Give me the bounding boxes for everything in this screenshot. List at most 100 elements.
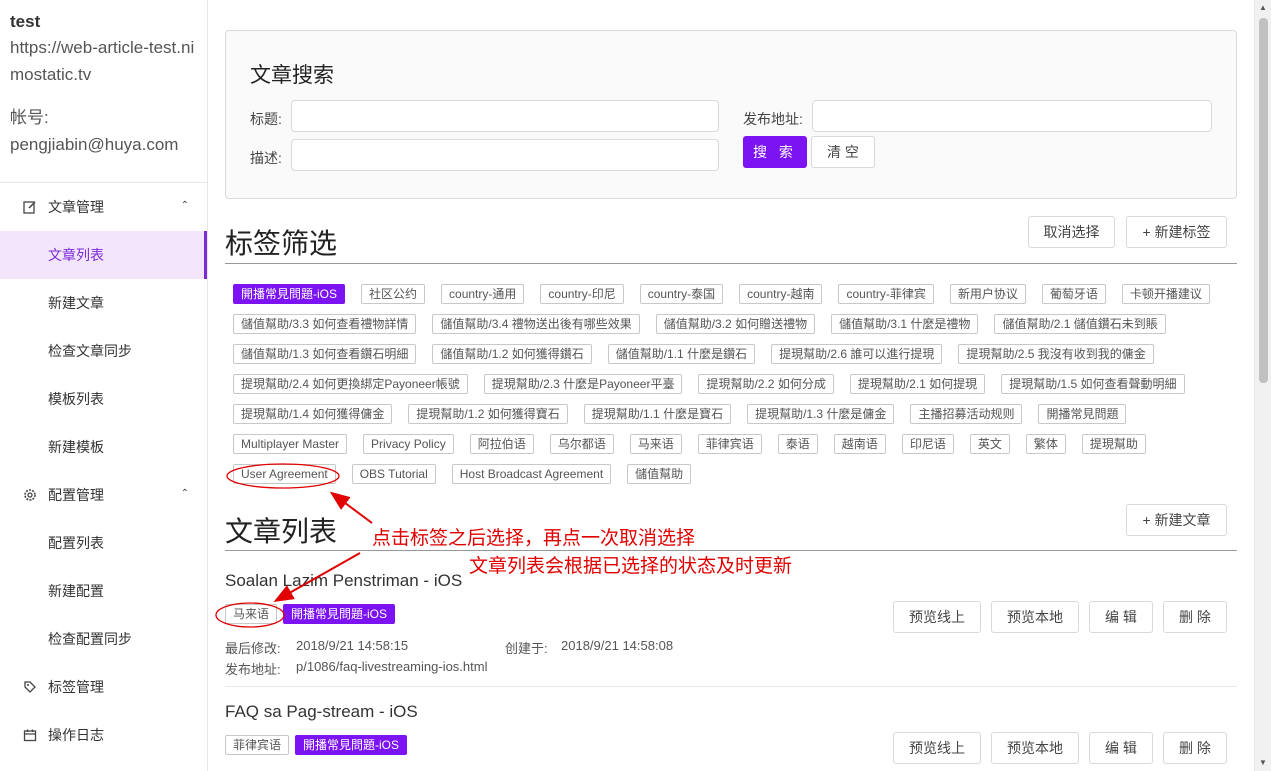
preview-online-button[interactable]: 预览线上 bbox=[893, 732, 981, 764]
tag-chip[interactable]: 提現幫助/1.1 什麼是寶石 bbox=[583, 404, 732, 424]
created-time: 2018/9/21 14:58:08 bbox=[561, 638, 674, 653]
desc-input[interactable] bbox=[291, 139, 719, 171]
tag-chip[interactable]: 開播常見問題-iOS bbox=[233, 284, 346, 304]
tag-chip[interactable]: 提現幫助/2.4 如何更換綁定Payoneer帳號 bbox=[233, 374, 468, 394]
menu-item-article-list[interactable]: 文章列表 bbox=[0, 231, 207, 279]
gear-icon bbox=[22, 487, 38, 503]
tag-chip[interactable]: 提現幫助/2.5 我沒有收到我的傭金 bbox=[958, 344, 1154, 364]
tag-chip[interactable]: 提現幫助/1.2 如何獲得寶石 bbox=[408, 404, 568, 424]
tag-chip[interactable]: 儲值幫助/3.2 如何贈送禮物 bbox=[655, 314, 816, 334]
tag-row: User Agreement OBS Tutorial Host Broadcast… bbox=[233, 463, 1233, 485]
tag-filter-divider bbox=[225, 263, 1237, 264]
tag-chip[interactable]: Multiplayer Master bbox=[233, 434, 348, 454]
menu-logs-label: 操作日志 bbox=[48, 727, 104, 743]
tag-chip[interactable]: 儲值幫助/3.3 如何查看禮物詳情 bbox=[233, 314, 417, 334]
tag-chip[interactable]: 儲值幫助/3.1 什麼是禮物 bbox=[831, 314, 979, 334]
tag-chip[interactable]: 提現幫助/1.5 如何查看聲動明細 bbox=[1001, 374, 1185, 394]
address-input[interactable] bbox=[812, 100, 1212, 132]
menu-tag-management[interactable]: 标签管理 bbox=[0, 663, 207, 711]
tag-chip[interactable]: 马来语 bbox=[629, 434, 682, 454]
scroll-down-icon[interactable]: ▼ bbox=[1259, 758, 1267, 767]
tag-chip[interactable]: 儲值幫助/1.1 什麼是鑽石 bbox=[607, 344, 756, 364]
tag-chip[interactable]: 儲值幫助/1.3 如何查看鑽石明細 bbox=[233, 344, 417, 364]
tag-chip[interactable]: 乌尔都语 bbox=[549, 434, 614, 454]
menu-item-new-article[interactable]: 新建文章 bbox=[0, 279, 207, 327]
tag-chip[interactable]: country-印尼 bbox=[540, 284, 624, 304]
title-input[interactable] bbox=[291, 100, 719, 132]
search-button[interactable]: 搜 索 bbox=[743, 136, 807, 168]
menu-operation-logs[interactable]: 操作日志 bbox=[0, 711, 207, 759]
tag-chip[interactable]: country-越南 bbox=[739, 284, 823, 304]
article-tag[interactable]: 開播常見問題-iOS bbox=[295, 735, 408, 755]
article-tag[interactable]: 開播常見問題-iOS bbox=[283, 604, 396, 624]
tag-chip[interactable]: 開播常見問題 bbox=[1038, 404, 1127, 424]
tag-chip[interactable]: 泰语 bbox=[777, 434, 818, 454]
menu-item-new-template[interactable]: 新建模板 bbox=[0, 423, 207, 471]
edit-button[interactable]: 编 辑 bbox=[1089, 601, 1153, 633]
tag-chip[interactable]: 提現幫助/1.3 什麼是傭金 bbox=[747, 404, 895, 424]
side-menu: 文章管理 ⌃ 文章列表 新建文章 检查文章同步 模板列表 新建模板 配置管理 ⌃… bbox=[0, 183, 207, 759]
tag-row: 儲值幫助/3.3 如何查看禮物詳情 儲值幫助/3.4 禮物送出後有哪些效果 儲值幫助… bbox=[233, 313, 1233, 335]
menu-item-template-list[interactable]: 模板列表 bbox=[0, 375, 207, 423]
tag-chip[interactable]: 新用户协议 bbox=[949, 284, 1026, 304]
account-label: 帐号: bbox=[10, 108, 49, 127]
menu-item-new-config[interactable]: 新建配置 bbox=[0, 567, 207, 615]
menu-group-config[interactable]: 配置管理 ⌃ bbox=[0, 471, 207, 519]
tag-chip[interactable]: Privacy Policy bbox=[363, 434, 454, 454]
tag-chip[interactable]: OBS Tutorial bbox=[351, 464, 436, 484]
article-tag[interactable]: 菲律宾语 bbox=[225, 735, 290, 755]
menu-tags-label: 标签管理 bbox=[48, 679, 104, 695]
tag-chip[interactable]: country-通用 bbox=[441, 284, 525, 304]
menu-item-config-list[interactable]: 配置列表 bbox=[0, 519, 207, 567]
article-tags: 马来语 開播常見問題-iOS bbox=[225, 604, 396, 624]
tag-chip[interactable]: 儲值幫助/3.4 禮物送出後有哪些效果 bbox=[432, 314, 640, 334]
delete-button[interactable]: 删 除 bbox=[1163, 601, 1227, 633]
scroll-thumb[interactable] bbox=[1259, 18, 1268, 383]
preview-online-button[interactable]: 预览线上 bbox=[893, 601, 981, 633]
preview-local-button[interactable]: 预览本地 bbox=[991, 601, 1079, 633]
edit-button[interactable]: 编 辑 bbox=[1089, 732, 1153, 764]
scroll-up-icon[interactable]: ▲ bbox=[1259, 3, 1267, 12]
tag-chip[interactable]: 印尼语 bbox=[901, 434, 954, 454]
tag-chip[interactable]: 提現幫助/2.6 誰可以進行提現 bbox=[771, 344, 943, 364]
tag-chip[interactable]: 繁体 bbox=[1025, 434, 1066, 454]
site-url[interactable]: https://web-article-test.nimostatic.tv bbox=[10, 34, 197, 88]
tag-chip[interactable]: 社区公约 bbox=[361, 284, 426, 304]
tag-chip[interactable]: 英文 bbox=[969, 434, 1010, 454]
menu-item-check-config-sync[interactable]: 检查配置同步 bbox=[0, 615, 207, 663]
tag-chip[interactable]: 卡顿开播建议 bbox=[1121, 284, 1210, 304]
tag-chip[interactable]: 菲律宾语 bbox=[697, 434, 762, 454]
tag-chip[interactable]: User Agreement bbox=[233, 464, 336, 484]
tag-chip[interactable]: 儲值幫助/2.1 儲值鑽石未到賬 bbox=[994, 314, 1166, 334]
article-title[interactable]: Soalan Lazim Penstriman - iOS bbox=[225, 571, 462, 591]
article-tag[interactable]: 马来语 bbox=[225, 604, 278, 624]
tag-chip[interactable]: 越南语 bbox=[833, 434, 886, 454]
tag-chip[interactable]: 提現幫助/1.4 如何獲得傭金 bbox=[233, 404, 393, 424]
tag-chip[interactable]: 主播招募活动规则 bbox=[910, 404, 1023, 424]
tag-chip[interactable]: 儲值幫助 bbox=[627, 464, 692, 484]
clear-button[interactable]: 清 空 bbox=[811, 136, 875, 168]
vertical-scrollbar[interactable]: ▲ ▼ bbox=[1254, 0, 1271, 771]
tag-chip[interactable]: country-泰国 bbox=[639, 284, 724, 304]
tag-chip[interactable]: 提現幫助 bbox=[1081, 434, 1146, 454]
article-title[interactable]: FAQ sa Pag-stream - iOS bbox=[225, 702, 418, 722]
tag-chip[interactable]: 阿拉伯语 bbox=[469, 434, 534, 454]
new-tag-button[interactable]: + 新建标签 bbox=[1126, 216, 1227, 248]
sidebar: test https://web-article-test.nimostatic… bbox=[0, 0, 208, 771]
annotation-text-1: 点击标签之后选择，再点一次取消选择 bbox=[372, 527, 696, 549]
menu-group-articles[interactable]: 文章管理 ⌃ bbox=[0, 183, 207, 231]
tag-chip[interactable]: 儲值幫助/1.2 如何獲得鑽石 bbox=[432, 344, 592, 364]
preview-local-button[interactable]: 预览本地 bbox=[991, 732, 1079, 764]
tag-chip[interactable]: country-菲律宾 bbox=[838, 284, 934, 304]
tag-chip[interactable]: 提現幫助/2.2 如何分成 bbox=[698, 374, 834, 394]
tag-chip[interactable]: 葡萄牙语 bbox=[1041, 284, 1106, 304]
menu-item-check-article-sync[interactable]: 检查文章同步 bbox=[0, 327, 207, 375]
cancel-selection-button[interactable]: 取消选择 bbox=[1028, 216, 1115, 248]
delete-button[interactable]: 删 除 bbox=[1163, 732, 1227, 764]
account-email: pengjiabin@huya.com bbox=[10, 135, 179, 154]
tag-chip[interactable]: 提現幫助/2.3 什麼是Payoneer平臺 bbox=[483, 374, 683, 394]
edit-icon bbox=[22, 199, 38, 215]
tag-chip[interactable]: 提現幫助/2.1 如何提現 bbox=[849, 374, 986, 394]
tag-chip[interactable]: Host Broadcast Agreement bbox=[451, 464, 612, 484]
new-article-button[interactable]: + 新建文章 bbox=[1126, 504, 1227, 536]
